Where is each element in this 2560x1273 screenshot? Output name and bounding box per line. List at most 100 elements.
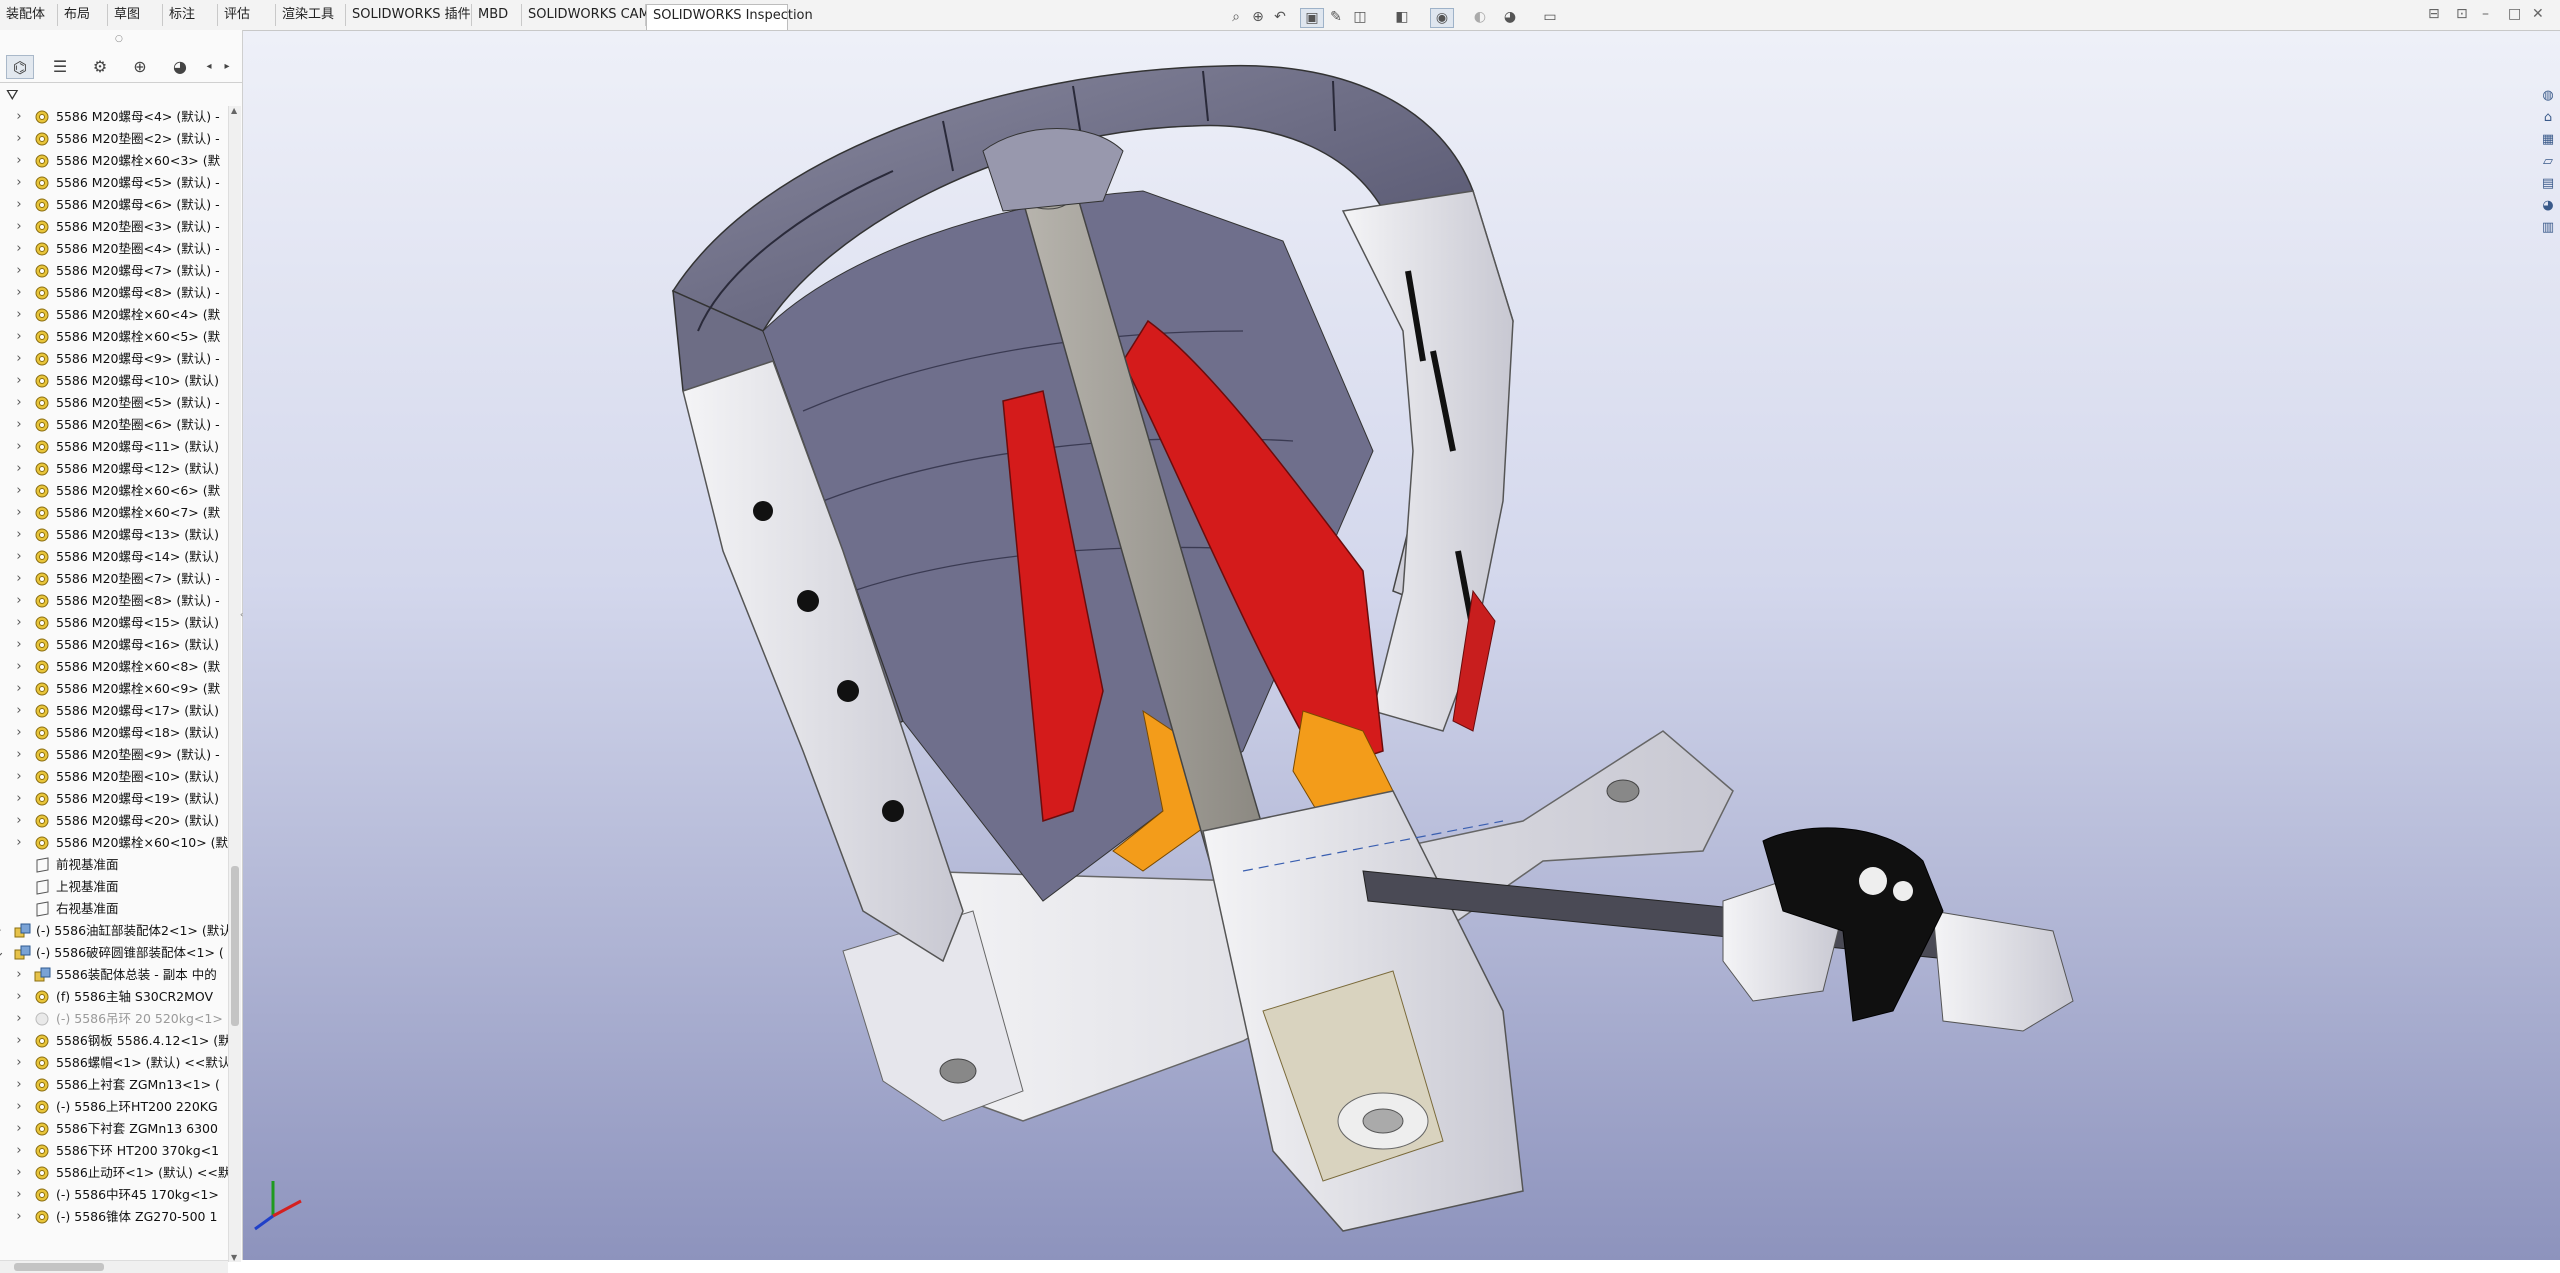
expand-arrow-icon[interactable]: ›	[14, 480, 24, 502]
edit-appearance-icon[interactable]: ◐	[1470, 8, 1490, 26]
expand-arrow-icon[interactable]: ›	[14, 722, 24, 744]
tree-item[interactable]: › 5586螺帽<1> (默认) <<默认	[0, 1052, 228, 1074]
expand-arrow-icon[interactable]: ›	[14, 1184, 24, 1206]
expand-arrow-icon[interactable]: ›	[14, 986, 24, 1008]
tab-evaluate[interactable]: 评估	[218, 4, 276, 26]
expand-arrow-icon[interactable]: ›	[14, 1008, 24, 1030]
tree-item[interactable]: › 5586 M20螺母<16> (默认)	[0, 634, 228, 656]
expand-arrow-icon[interactable]: ›	[14, 612, 24, 634]
display-manager-icon[interactable]: ◕	[166, 55, 194, 79]
tree-item[interactable]: 上视基准面	[0, 876, 228, 898]
expand-arrow-icon[interactable]: ›	[14, 172, 24, 194]
expand-arrow-icon[interactable]: ›	[14, 1074, 24, 1096]
tree-item[interactable]: › 5586 M20螺栓×60<5> (默	[0, 326, 228, 348]
tree-item[interactable]: › 5586 M20垫圈<4> (默认) -	[0, 238, 228, 260]
expand-arrow-icon[interactable]: ›	[14, 370, 24, 392]
expand-arrow-icon[interactable]: ›	[14, 414, 24, 436]
section-view-icon[interactable]: ▣	[1300, 8, 1324, 28]
expand-arrow-icon[interactable]: ›	[14, 678, 24, 700]
design-library-icon[interactable]: ▦	[2539, 131, 2557, 149]
expand-arrow-icon[interactable]: ›	[14, 1118, 24, 1140]
tab-sketch[interactable]: 草图	[108, 4, 163, 26]
panel-scroll-left-icon[interactable]: ◂	[202, 55, 216, 79]
panel-splitter-handle[interactable]: ○	[115, 34, 123, 44]
expand-arrow-icon[interactable]: ›	[0, 920, 4, 942]
expand-arrow-icon[interactable]: ›	[14, 106, 24, 128]
tree-item[interactable]: › 5586下环 HT200 370kg<1	[0, 1140, 228, 1162]
tree-item[interactable]: › (-) 5586上环HT200 220KG	[0, 1096, 228, 1118]
scroll-up-icon[interactable]: ▲	[231, 106, 237, 115]
restore-pane-icon[interactable]: ⊟	[2428, 6, 2440, 22]
maximize-icon[interactable]: □	[2508, 6, 2521, 22]
expand-arrow-icon[interactable]: ›	[14, 238, 24, 260]
tree-item[interactable]: › 5586 M20螺母<12> (默认)	[0, 458, 228, 480]
tree-item[interactable]: › 5586 M20螺栓×60<9> (默	[0, 678, 228, 700]
apply-scene-icon[interactable]: ◕	[1500, 8, 1520, 26]
expand-arrow-icon[interactable]: ›	[14, 326, 24, 348]
feature-manager-icon[interactable]: ⌬	[6, 55, 34, 79]
expand-arrow-icon[interactable]: ›	[14, 282, 24, 304]
tree-item[interactable]: › 5586 M20螺母<7> (默认) -	[0, 260, 228, 282]
tree-item[interactable]: › 5586 M20螺母<15> (默认)	[0, 612, 228, 634]
tree-item[interactable]: › 5586钢板 5586.4.12<1> (默	[0, 1030, 228, 1052]
expand-arrow-icon[interactable]: ›	[14, 832, 24, 854]
expand-arrow-icon[interactable]: ›	[14, 656, 24, 678]
view-palette-icon[interactable]: ▤	[2539, 175, 2557, 193]
tree-item[interactable]: › 5586 M20垫圈<2> (默认) -	[0, 128, 228, 150]
expand-arrow-icon[interactable]: ›	[14, 634, 24, 656]
expand-arrow-icon[interactable]: ›	[14, 348, 24, 370]
tree-item[interactable]: › (-) 5586吊环 20 520kg<1>	[0, 1008, 228, 1030]
tree-item[interactable]: › (f) 5586主轴 S30CR2MOV	[0, 986, 228, 1008]
tree-item[interactable]: › 5586 M20垫圈<8> (默认) -	[0, 590, 228, 612]
tree-vertical-scrollbar[interactable]: ▲ ▼	[228, 106, 241, 1262]
crusher-section-model[interactable]	[243, 31, 2560, 1260]
expand-arrow-icon[interactable]: ›	[14, 392, 24, 414]
expand-arrow-icon[interactable]: ›	[14, 964, 24, 986]
expand-arrow-icon[interactable]: ›	[14, 304, 24, 326]
tree-item[interactable]: › 5586 M20垫圈<9> (默认) -	[0, 744, 228, 766]
tab-solidworks-addins[interactable]: SOLIDWORKS 插件	[346, 4, 472, 26]
expand-arrow-icon[interactable]: ›	[14, 128, 24, 150]
tree-item[interactable]: › 5586 M20垫圈<10> (默认)	[0, 766, 228, 788]
tree-item[interactable]: › 5586 M20螺母<8> (默认) -	[0, 282, 228, 304]
expand-arrow-icon[interactable]: ›	[14, 150, 24, 172]
tree-item[interactable]: › 5586 M20螺母<6> (默认) -	[0, 194, 228, 216]
tree-item[interactable]: › 5586 M20垫圈<3> (默认) -	[0, 216, 228, 238]
tab-solidworks-cam[interactable]: SOLIDWORKS CAM	[522, 4, 650, 26]
tree-item[interactable]: › 5586 M20垫圈<6> (默认) -	[0, 414, 228, 436]
expand-arrow-icon[interactable]: ›	[14, 568, 24, 590]
expand-arrow-icon[interactable]: ›	[14, 766, 24, 788]
tab-markup[interactable]: 标注	[163, 4, 218, 26]
tree-item[interactable]: › 5586 M20螺母<9> (默认) -	[0, 348, 228, 370]
tab-layout[interactable]: 布局	[58, 4, 108, 26]
tree-item[interactable]: › 5586 M20螺母<18> (默认)	[0, 722, 228, 744]
zoom-fit-icon[interactable]: ⌕	[1226, 8, 1246, 26]
expand-arrow-icon[interactable]: ›	[14, 788, 24, 810]
tree-hscroll-thumb[interactable]	[14, 1263, 104, 1271]
expand-arrow-icon[interactable]: ›	[14, 524, 24, 546]
expand-arrow-icon[interactable]: ›	[14, 1206, 24, 1228]
tree-item[interactable]: 前视基准面	[0, 854, 228, 876]
tree-item[interactable]: › 5586 M20螺母<5> (默认) -	[0, 172, 228, 194]
tree-item[interactable]: › 5586 M20垫圈<5> (默认) -	[0, 392, 228, 414]
tree-item[interactable]: › 5586 M20螺栓×60<4> (默	[0, 304, 228, 326]
previous-view-icon[interactable]: ↶	[1270, 8, 1290, 26]
expand-arrow-icon[interactable]: ›	[14, 810, 24, 832]
file-explorer-icon[interactable]: ▱	[2539, 153, 2557, 171]
tree-item[interactable]: › 5586止动环<1> (默认) <<默	[0, 1162, 228, 1184]
expand-arrow-icon[interactable]: ›	[14, 1096, 24, 1118]
tree-item[interactable]: › 5586 M20螺栓×60<10> (默	[0, 832, 228, 854]
zoom-area-icon[interactable]: ⊕	[1248, 8, 1268, 26]
tree-item[interactable]: › 5586 M20螺母<11> (默认)	[0, 436, 228, 458]
tree-item[interactable]: › 5586 M20螺母<13> (默认)	[0, 524, 228, 546]
tree-horizontal-scrollbar[interactable]	[0, 1260, 228, 1273]
view-settings-icon[interactable]: ▭	[1540, 8, 1560, 26]
tab-assembly[interactable]: 装配体	[0, 4, 58, 26]
dynamic-annotation-icon[interactable]: ✎	[1326, 8, 1346, 26]
expand-arrow-icon[interactable]: ›	[14, 216, 24, 238]
tree-item[interactable]: › (-) 5586油缸部装配体2<1> (默认	[0, 920, 228, 942]
tree-item[interactable]: › 5586装配体总装 - 副本 中的	[0, 964, 228, 986]
tree-item[interactable]: 右视基准面	[0, 898, 228, 920]
home-icon[interactable]: ⌂	[2539, 109, 2557, 127]
minimize-icon[interactable]: –	[2482, 6, 2489, 22]
